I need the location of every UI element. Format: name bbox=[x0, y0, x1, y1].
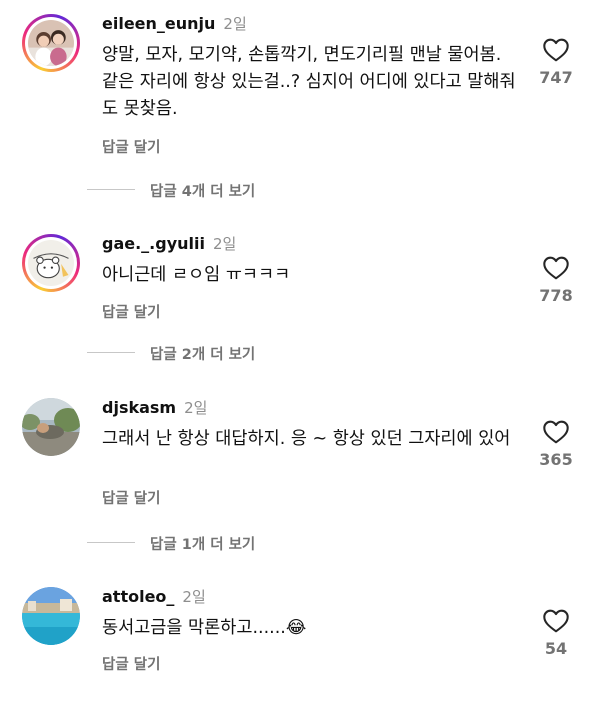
heart-outline-icon bbox=[543, 38, 569, 62]
comment-text: 그래서 난 항상 대답하지. 응 ~ 항상 있던 그자리에 있어 bbox=[102, 429, 511, 449]
timestamp: 2일 bbox=[182, 588, 206, 606]
like-count: 778 bbox=[539, 286, 573, 305]
view-more-replies[interactable]: 답글 2개 더 보기 bbox=[0, 343, 600, 363]
username[interactable]: gae._.gyulii bbox=[102, 234, 205, 253]
avatar-photo bbox=[22, 398, 80, 456]
divider-line bbox=[87, 542, 135, 543]
like-count: 365 bbox=[539, 450, 573, 469]
comment-header: djskasm 2일 bbox=[102, 398, 207, 418]
avatar[interactable] bbox=[22, 234, 80, 292]
avatar[interactable] bbox=[22, 398, 80, 456]
view-more-replies-label[interactable]: 답글 4개 더 보기 bbox=[150, 180, 255, 201]
like-button[interactable]: 365 bbox=[530, 420, 582, 469]
reply-button[interactable]: 답글 달기 bbox=[102, 301, 160, 322]
heart-outline-icon bbox=[543, 420, 569, 444]
comment-header: eileen_eunju 2일 bbox=[102, 14, 247, 34]
timestamp: 2일 bbox=[184, 399, 208, 417]
divider-line bbox=[87, 352, 135, 353]
view-more-replies[interactable]: 답글 4개 더 보기 bbox=[0, 180, 600, 200]
heart-outline-icon bbox=[543, 256, 569, 280]
reply-button[interactable]: 답글 달기 bbox=[102, 653, 160, 674]
view-more-replies-label[interactable]: 답글 1개 더 보기 bbox=[150, 533, 255, 554]
username[interactable]: eileen_eunju bbox=[102, 14, 215, 33]
like-button[interactable]: 54 bbox=[530, 609, 582, 658]
like-count: 747 bbox=[539, 68, 573, 87]
avatar[interactable] bbox=[22, 14, 80, 72]
reply-button[interactable]: 답글 달기 bbox=[102, 136, 160, 157]
like-button[interactable]: 778 bbox=[530, 256, 582, 305]
like-button[interactable]: 747 bbox=[530, 38, 582, 87]
timestamp: 2일 bbox=[212, 235, 237, 253]
comment-header: gae._.gyulii 2일 bbox=[102, 234, 236, 254]
username[interactable]: attoleo_ bbox=[102, 587, 174, 606]
comment-text: 아니근데 ㄹㅇ임 ㅠㅋㅋㅋ bbox=[102, 265, 291, 285]
divider-line bbox=[87, 189, 135, 190]
avatar-photo bbox=[22, 587, 80, 645]
reply-button[interactable]: 답글 달기 bbox=[102, 487, 160, 508]
avatar-photo bbox=[28, 20, 74, 66]
avatar-photo bbox=[28, 240, 74, 286]
heart-outline-icon bbox=[543, 609, 569, 633]
avatar[interactable] bbox=[22, 587, 80, 645]
comment-text: 동서고금을 막론하고......😂 bbox=[102, 618, 307, 638]
timestamp: 2일 bbox=[223, 15, 247, 33]
like-count: 54 bbox=[544, 639, 568, 658]
username[interactable]: djskasm bbox=[102, 398, 176, 417]
comment-text: 양말, 모자, 모기약, 손톱깍기, 면도기리필 맨날 물어봄. 같은 자리에 … bbox=[102, 45, 516, 119]
comment-header: attoleo_ 2일 bbox=[102, 587, 206, 607]
view-more-replies[interactable]: 답글 1개 더 보기 bbox=[0, 533, 600, 553]
view-more-replies-label[interactable]: 답글 2개 더 보기 bbox=[150, 343, 255, 364]
